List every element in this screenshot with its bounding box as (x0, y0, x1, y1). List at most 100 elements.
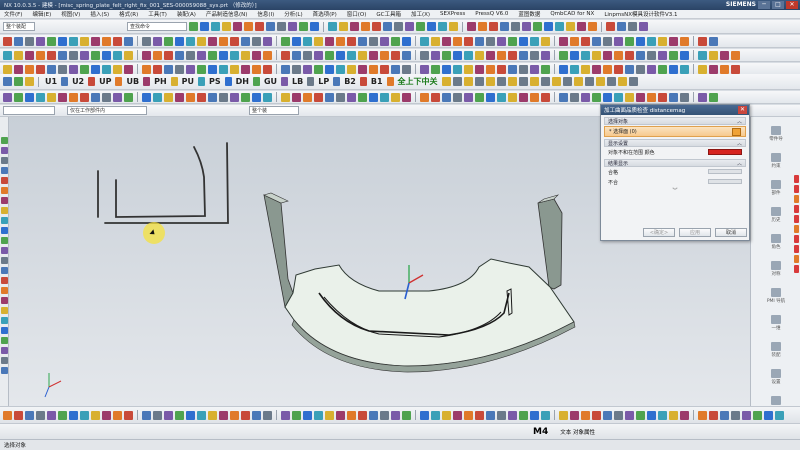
toolbar-tool-icon[interactable] (402, 64, 411, 74)
left-tool-icon[interactable] (0, 187, 8, 194)
toolbar-tool-icon[interactable] (347, 410, 356, 420)
toolbar-tool-icon[interactable] (614, 64, 623, 74)
macro-button-ub[interactable]: UB (124, 77, 141, 86)
toolbar-tool-icon[interactable] (219, 50, 228, 60)
toolbar-tool-icon[interactable] (559, 64, 568, 74)
toolbar-tool-icon[interactable] (420, 64, 429, 74)
resource-strip-icon[interactable] (794, 195, 799, 203)
menu-item-7[interactable]: 产品制造信息(N) (206, 10, 247, 18)
toolbar-tool-icon[interactable] (453, 92, 462, 102)
toolbar-tool-icon[interactable] (764, 410, 773, 420)
left-tool-icon[interactable] (0, 147, 8, 154)
toolbar-tool-icon[interactable] (3, 36, 12, 46)
toolbar-tool-icon[interactable] (314, 50, 323, 60)
resource-item-2[interactable]: 部件 (753, 179, 799, 196)
toolbar-tool-icon[interactable] (369, 36, 378, 46)
toolbar-tool-icon[interactable] (467, 22, 476, 31)
toolbar-tool-icon[interactable] (281, 36, 290, 46)
toolbar-tool-icon[interactable] (442, 50, 451, 60)
toolbar-tool-icon[interactable] (263, 64, 272, 74)
toolbar-tool-icon[interactable] (603, 92, 612, 102)
toolbar-tool-icon[interactable] (464, 64, 473, 74)
toolbar-tool-icon[interactable] (669, 50, 678, 60)
filter-combo[interactable]: 整个装配 (3, 22, 35, 31)
toolbar-tool-icon[interactable] (544, 22, 553, 31)
u-icon[interactable] (3, 77, 12, 86)
toolbar-tool-icon[interactable] (698, 50, 707, 60)
toolbar-tool-icon[interactable] (592, 36, 601, 46)
toolbar-tool-icon[interactable] (559, 410, 568, 420)
toolbar-tool-icon[interactable] (592, 410, 601, 420)
toolbar-tool-icon[interactable] (431, 410, 440, 420)
toolbar-tool-icon[interactable] (358, 92, 367, 102)
toolbar-tool-icon[interactable] (358, 36, 367, 46)
toolbar-tool-icon[interactable] (197, 410, 206, 420)
toolbar-tool-icon[interactable] (47, 92, 56, 102)
toolbar-tool-icon[interactable] (292, 92, 301, 102)
toolbar-tool-icon[interactable] (369, 50, 378, 60)
toolbar-tool-icon[interactable] (669, 410, 678, 420)
toolbar-tool-icon[interactable] (47, 50, 56, 60)
toolbar-tool-icon[interactable] (369, 92, 378, 102)
toolbar-tool-icon[interactable] (350, 22, 359, 31)
maximize-button[interactable]: □ (772, 1, 784, 9)
apply-button[interactable]: 应用 (679, 228, 711, 237)
toolbar-tool-icon[interactable] (91, 410, 100, 420)
resource-item-1[interactable]: 约束 (753, 152, 799, 169)
toolbar-tool-icon[interactable] (617, 22, 626, 31)
toolbar-tool-icon[interactable] (489, 22, 498, 31)
toolbar-tool-icon[interactable] (164, 92, 173, 102)
left-tool-icon[interactable] (0, 227, 8, 234)
toolbar-tool-icon[interactable] (314, 410, 323, 420)
toolbar-tool-icon[interactable] (442, 64, 451, 74)
toolbar-tool-icon[interactable] (208, 50, 217, 60)
sheet-metal-part[interactable] (263, 192, 576, 373)
toolbar-tool-icon[interactable] (36, 36, 45, 46)
toolbar-tool-icon[interactable] (164, 36, 173, 46)
toolbar-tool-icon[interactable] (628, 22, 637, 31)
toolbar-tool-icon[interactable] (113, 92, 122, 102)
chinese-command-button[interactable]: 全上下中关 (396, 76, 440, 87)
toolbar-tool-icon[interactable] (475, 50, 484, 60)
toolbar-tool-icon[interactable] (241, 64, 250, 74)
toolbar-tool-icon[interactable] (197, 92, 206, 102)
toolbar-tool-icon[interactable] (474, 77, 484, 86)
toolbar-tool-icon[interactable] (464, 50, 473, 60)
menu-item-8[interactable]: 信息(I) (257, 10, 274, 18)
toolbar-tool-icon[interactable] (720, 410, 729, 420)
toolbar-tool-icon[interactable] (559, 36, 568, 46)
toolbar-tool-icon[interactable] (36, 64, 45, 74)
toolbar-tool-icon[interactable] (427, 22, 436, 31)
toolbar-tool-icon[interactable] (486, 410, 495, 420)
toolbar-tool-icon[interactable] (142, 410, 151, 420)
toolbar-tool-icon[interactable] (452, 77, 462, 86)
toolbar-tool-icon[interactable] (522, 22, 531, 31)
toolbar-tool-icon[interactable] (562, 77, 572, 86)
toolbar-tool-icon[interactable] (383, 22, 392, 31)
left-tool-icon[interactable] (0, 337, 8, 344)
toolbar-tool-icon[interactable] (347, 92, 356, 102)
toolbar-tool-icon[interactable] (241, 50, 250, 60)
toolbar-tool-icon[interactable] (170, 77, 178, 86)
toolbar-tool-icon[interactable] (570, 50, 579, 60)
toolbar-tool-icon[interactable] (391, 50, 400, 60)
resource-item-8[interactable]: 装配 (753, 341, 799, 358)
left-tool-icon[interactable] (0, 197, 8, 204)
toolbar-tool-icon[interactable] (230, 410, 239, 420)
toolbar-tool-icon[interactable] (58, 410, 67, 420)
toolbar-tool-icon[interactable] (325, 64, 334, 74)
toolbar-tool-icon[interactable] (303, 36, 312, 46)
toolbar-tool-icon[interactable] (336, 64, 345, 74)
left-tool-icon[interactable] (0, 297, 8, 304)
toolbar-tool-icon[interactable] (573, 77, 583, 86)
toolbar-tool-icon[interactable] (391, 36, 400, 46)
macro-button-b1[interactable]: B1 (369, 77, 385, 86)
toolbar-tool-icon[interactable] (405, 22, 414, 31)
toolbar-tool-icon[interactable] (124, 64, 133, 74)
toolbar-tool-icon[interactable] (464, 92, 473, 102)
macro-button-up[interactable]: UP (97, 77, 113, 86)
toolbar-tool-icon[interactable] (570, 410, 579, 420)
toolbar-tool-icon[interactable] (263, 92, 272, 102)
toolbar-tool-icon[interactable] (61, 77, 69, 86)
left-tool-icon[interactable] (0, 307, 8, 314)
